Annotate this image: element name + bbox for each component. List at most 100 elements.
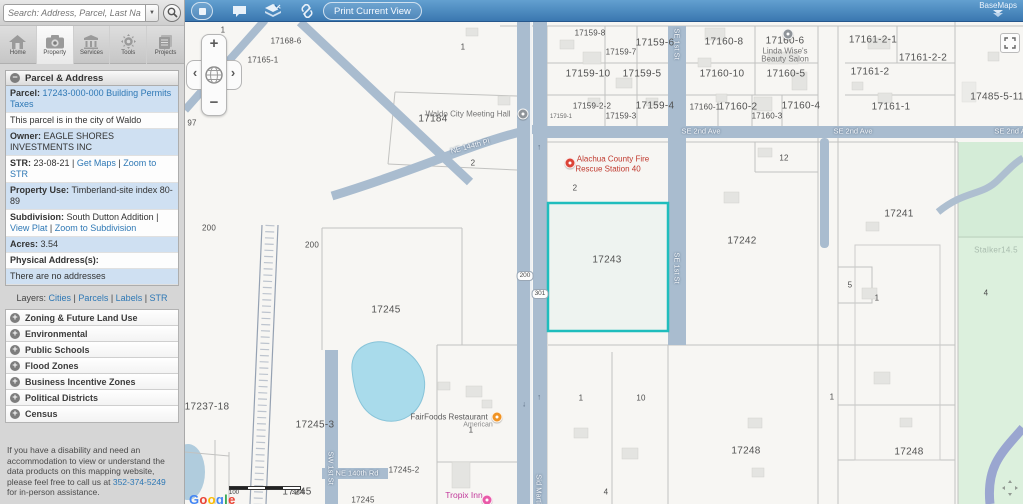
tab-tools[interactable]: Tools: [110, 26, 147, 64]
tab-home[interactable]: Home: [0, 26, 37, 64]
accordion-environmental[interactable]: +Environmental: [6, 326, 178, 342]
parcel-panel-header[interactable]: − Parcel & Address: [5, 70, 179, 86]
home-icon: [9, 35, 26, 49]
field-label: Acres:: [10, 239, 41, 249]
fullscreen-button[interactable]: [1000, 33, 1020, 53]
main-toolbar: Home Property Services Tools Projects: [0, 26, 184, 64]
layer-toggle-link[interactable]: Labels: [116, 293, 143, 303]
gear-icon: [121, 34, 136, 49]
fullscreen-icon: [1004, 37, 1016, 49]
link[interactable]: 17243-000-000: [43, 88, 104, 98]
field-label: Property Use:: [10, 185, 72, 195]
parcel-row: STR: 23-08-21 | Get Maps | Zoom to STR: [6, 156, 178, 183]
separator: |: [142, 293, 149, 303]
link[interactable]: Get Maps: [77, 158, 116, 168]
accordion-census[interactable]: +Census: [6, 406, 178, 422]
parcel-row: Acres: 3.54: [6, 237, 178, 253]
globe-home-button[interactable]: [204, 65, 224, 85]
search-type-dropdown[interactable]: ▼: [145, 4, 159, 22]
expand-plus-icon: +: [10, 393, 20, 403]
expand-plus-icon: +: [10, 313, 20, 323]
expand-plus-icon: +: [10, 345, 20, 355]
caret-down-icon: ▼: [149, 10, 155, 16]
pan-arrows-button[interactable]: [1002, 480, 1018, 496]
link[interactable]: Taxes: [10, 99, 34, 109]
layers-line: Layers: Cities | Parcels | Labels | STR: [5, 286, 179, 309]
field-label: Owner:: [10, 131, 44, 141]
pan-right-button[interactable]: ›: [227, 65, 239, 80]
tropix-inn-marker[interactable]: [482, 495, 493, 504]
parcel-row: Physical Address(s):: [6, 253, 178, 269]
phone-link[interactable]: 352-374-5249: [113, 477, 166, 487]
field-label: STR:: [10, 158, 34, 168]
link[interactable]: Building Permits: [106, 88, 171, 98]
field-label: Subdivision:: [10, 212, 67, 222]
accordion-flood-zones[interactable]: +Flood Zones: [6, 358, 178, 374]
parcel-row: Parcel: 17243-000-000 Building Permits T…: [6, 86, 178, 113]
accordion-political-districts[interactable]: +Political Districts: [6, 390, 178, 406]
field-value: |: [47, 223, 54, 233]
notice-text: for in-person assistance.: [7, 487, 100, 497]
search-button[interactable]: [163, 4, 181, 22]
layer-toggle-link[interactable]: Parcels: [78, 293, 108, 303]
field-value: This parcel is in the city of Waldo: [10, 115, 141, 125]
google-logo-letter: G: [189, 492, 199, 504]
beauty-salon-marker[interactable]: [783, 29, 794, 40]
scale-label: 300ft: [292, 490, 305, 496]
parcel-row: Owner: EAGLE SHORES INVESTMENTS INC: [6, 129, 178, 156]
app: Print Current View BaseMaps + − ‹ ›: [0, 0, 1023, 504]
accessibility-notice-1: If you have a disability and need an acc…: [5, 445, 179, 498]
tab-projects[interactable]: Projects: [147, 26, 184, 64]
chevron-down-icon: [993, 13, 1003, 17]
speech-bubble-icon: [232, 5, 247, 18]
layer-accordion: +Zoning & Future Land Use +Environmental…: [5, 309, 179, 423]
google-logo-letter: o: [199, 492, 207, 504]
layers-tool-button[interactable]: [261, 2, 285, 20]
expand-plus-icon: +: [10, 409, 20, 419]
tab-services[interactable]: Services: [74, 26, 111, 64]
layer-toggle-link[interactable]: Cities: [48, 293, 71, 303]
scale-label: 100: [229, 490, 239, 496]
layers-icon: [265, 4, 281, 18]
zoom-out-button[interactable]: −: [201, 94, 227, 111]
accordion-public-schools[interactable]: +Public Schools: [6, 342, 178, 358]
parcel-row: There are no addresses: [6, 269, 178, 285]
separator: |: [108, 293, 115, 303]
layer-toggle-link[interactable]: STR: [150, 293, 168, 303]
link[interactable]: Zoom to Subdivision: [55, 223, 137, 233]
expand-plus-icon: +: [10, 329, 20, 339]
comment-tool-button[interactable]: [227, 2, 251, 20]
accordion-zoning[interactable]: +Zoning & Future Land Use: [6, 310, 178, 326]
parcel-row: Property Use: Timberland-site index 80-8…: [6, 183, 178, 210]
field-value: 23-08-21 |: [34, 158, 77, 168]
pan-arrows-icon: [1002, 480, 1018, 496]
search-input[interactable]: [3, 4, 145, 22]
identify-tool-button[interactable]: [191, 2, 213, 20]
zoom-in-button[interactable]: +: [201, 35, 227, 52]
google-logo-letter: g: [216, 492, 224, 504]
search-bar: ▼: [0, 0, 184, 26]
meeting-hall-marker[interactable]: [518, 109, 529, 120]
share-link-button[interactable]: [295, 2, 319, 20]
tab-property[interactable]: Property: [37, 26, 74, 64]
map-canvas[interactable]: Print Current View BaseMaps + − ‹ ›: [185, 0, 1023, 504]
accordion-business-incentive-zones[interactable]: +Business Incentive Zones: [6, 374, 178, 390]
basemaps-button[interactable]: BaseMaps: [979, 1, 1017, 17]
parcel-row: Subdivision: South Dutton Addition | Vie…: [6, 210, 178, 237]
selected-parcel-outline: [548, 203, 668, 331]
map-base-art: [185, 0, 1023, 504]
expand-plus-icon: +: [10, 377, 20, 387]
sidebar: ▼ Home Property Services: [0, 0, 185, 504]
field-label: Physical Address(s):: [10, 255, 99, 265]
parcel-panel-title: Parcel & Address: [25, 73, 103, 84]
link[interactable]: View Plat: [10, 223, 47, 233]
camera-icon: [46, 35, 64, 49]
map-toolbar: Print Current View BaseMaps: [185, 0, 1023, 22]
expand-plus-icon: +: [10, 361, 20, 371]
fire-station-marker[interactable]: [565, 158, 576, 169]
field-value: There are no addresses: [10, 271, 106, 281]
pan-left-button[interactable]: ‹: [189, 65, 201, 80]
print-current-view-button[interactable]: Print Current View: [323, 2, 422, 20]
map-scale-bar: 100 300ft: [229, 486, 305, 496]
restaurant-marker[interactable]: [492, 412, 503, 423]
